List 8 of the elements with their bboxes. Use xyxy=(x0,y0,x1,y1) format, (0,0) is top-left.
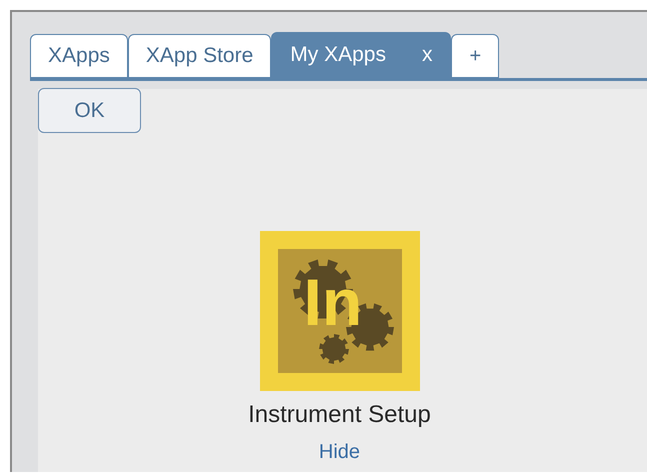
tab[interactable]: XApp Store xyxy=(128,34,272,78)
tab[interactable]: My XApps x xyxy=(271,32,452,78)
hide-link[interactable]: Hide xyxy=(318,437,360,467)
close-tab-button[interactable]: x xyxy=(422,39,432,71)
ok-button[interactable]: OK xyxy=(38,88,141,133)
tab[interactable]: XApps xyxy=(30,34,128,78)
add-tab-button[interactable]: + xyxy=(451,34,500,78)
app-name: Instrument Setup xyxy=(248,400,431,430)
